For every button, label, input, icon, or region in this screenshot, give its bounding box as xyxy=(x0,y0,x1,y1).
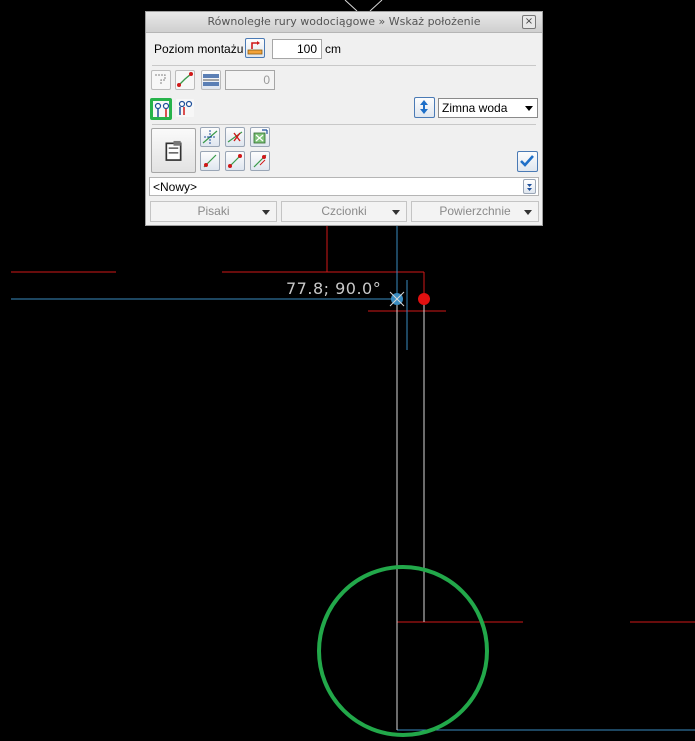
style-select[interactable]: <Nowy> xyxy=(149,177,539,196)
medium-select-value: Zimna woda xyxy=(442,101,508,115)
parallel-lines-icon xyxy=(203,74,219,86)
properties-button[interactable] xyxy=(151,128,196,173)
pipe-pair-icon xyxy=(154,102,170,117)
tab-fonts[interactable]: Czcionki xyxy=(281,201,407,222)
close-icon[interactable]: × xyxy=(522,15,536,29)
snap-icon xyxy=(202,130,218,144)
chevron-down-icon xyxy=(262,210,270,215)
tab-surfaces[interactable]: Powierzchnie xyxy=(411,201,539,222)
medium-select[interactable]: Zimna woda xyxy=(438,98,538,118)
confirm-button[interactable] xyxy=(517,151,538,172)
properties-icon xyxy=(165,140,182,161)
line-start-button[interactable] xyxy=(200,151,220,171)
chevron-down-icon xyxy=(524,210,532,215)
extend-icon xyxy=(253,129,268,144)
line-start-icon xyxy=(203,154,217,168)
trim-button[interactable] xyxy=(225,127,245,147)
chevron-down-icon xyxy=(525,106,533,111)
mounting-unit-label: cm xyxy=(325,42,341,56)
line-end-icon xyxy=(253,154,267,168)
blue-cross-marker xyxy=(389,291,405,307)
layer-icon xyxy=(247,41,263,55)
snap-button[interactable] xyxy=(200,127,220,147)
layer-button[interactable] xyxy=(245,38,265,58)
line-mid-icon xyxy=(228,154,242,168)
count-input[interactable]: 0 xyxy=(225,70,275,90)
swap-arrows-icon xyxy=(420,100,428,114)
red-point-marker xyxy=(418,293,430,305)
swap-button[interactable] xyxy=(414,97,435,118)
tab-fonts-label: Czcionki xyxy=(321,204,367,218)
confirm-check-icon xyxy=(520,155,534,167)
path-icon xyxy=(155,74,166,85)
parallel-pipes-panel: Równoległe rury wodociągowe » Wskaż poło… xyxy=(145,11,543,226)
scroll-icon[interactable] xyxy=(523,179,536,194)
mounting-level-input[interactable]: 100 xyxy=(272,39,322,59)
mounting-level-label: Poziom montażu xyxy=(154,42,244,56)
extend-button[interactable] xyxy=(250,127,270,147)
pipe-offset-icon xyxy=(178,100,193,115)
pipe-pair-button[interactable] xyxy=(150,98,172,120)
tab-pens[interactable]: Pisaki xyxy=(150,201,277,222)
pipe-offset-button[interactable] xyxy=(175,98,195,118)
line-mid-button[interactable] xyxy=(225,151,245,171)
diagonal-line xyxy=(344,0,358,12)
separator xyxy=(152,65,536,66)
path-button[interactable] xyxy=(151,70,171,90)
green-circle-marker xyxy=(317,565,489,737)
panel-title: Równoległe rury wodociągowe » Wskaż poło… xyxy=(207,15,481,28)
style-select-value: <Nowy> xyxy=(153,180,198,194)
tab-pens-label: Pisaki xyxy=(197,204,230,218)
route-button[interactable] xyxy=(175,70,195,90)
tab-surfaces-label: Powierzchnie xyxy=(439,204,511,218)
trim-icon xyxy=(227,131,243,143)
route-icon xyxy=(177,72,193,87)
diagonal-line xyxy=(369,0,383,12)
panel-titlebar[interactable]: Równoległe rury wodociągowe » Wskaż poło… xyxy=(146,12,542,33)
line-end-button[interactable] xyxy=(250,151,270,171)
separator xyxy=(152,124,536,125)
coordinate-readout: 77.8; 90.0° xyxy=(286,279,382,298)
parallel-lines-button[interactable] xyxy=(201,70,221,90)
chevron-down-icon xyxy=(392,210,400,215)
